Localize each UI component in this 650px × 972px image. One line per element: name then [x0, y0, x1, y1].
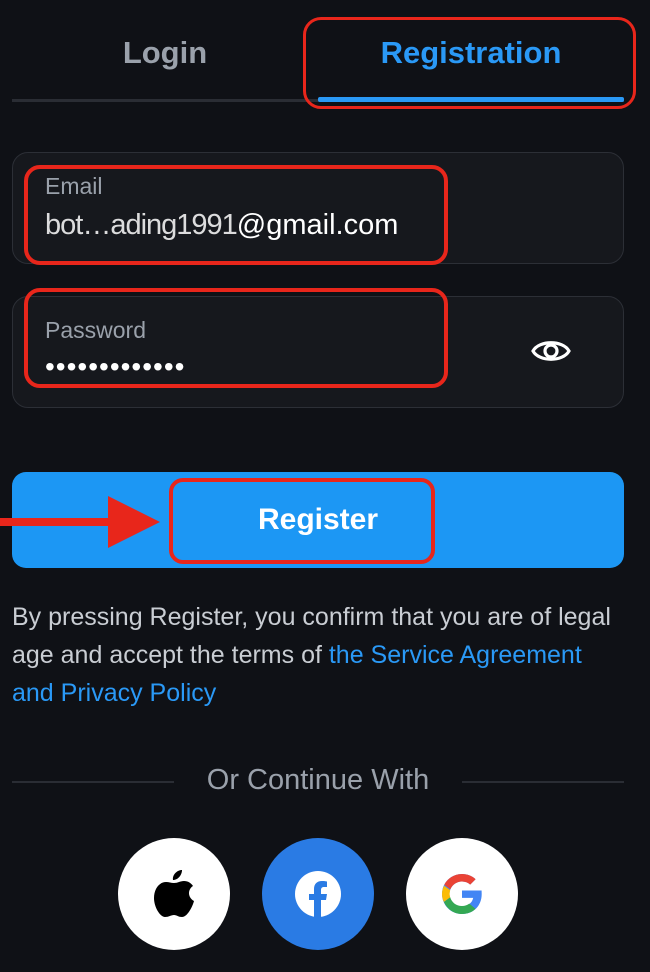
divider-right [462, 781, 624, 783]
terms-text: By pressing Register, you confirm that y… [12, 598, 622, 712]
google-icon [442, 874, 482, 914]
apple-login-button[interactable] [118, 838, 230, 950]
continue-with-label: Or Continue With [206, 764, 430, 796]
divider-left [12, 781, 174, 783]
tab-login[interactable]: Login [12, 26, 318, 80]
google-login-button[interactable] [406, 838, 518, 950]
highlight-box-email [24, 165, 448, 265]
facebook-icon [295, 871, 341, 917]
facebook-login-button[interactable] [262, 838, 374, 950]
highlight-box-register [169, 478, 435, 564]
highlight-box-registration-tab [303, 17, 636, 109]
pointer-arrow-icon [0, 496, 160, 548]
eye-icon[interactable] [531, 335, 571, 367]
apple-icon [154, 870, 194, 917]
highlight-box-password [24, 288, 448, 388]
